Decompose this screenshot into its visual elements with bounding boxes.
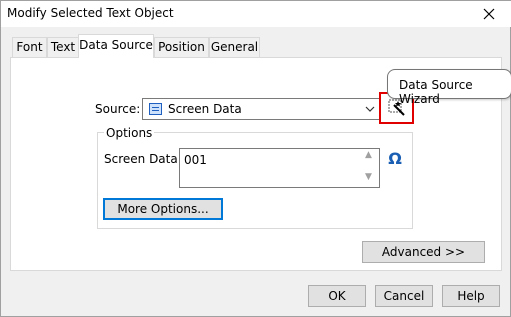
more-options-button[interactable]: More Options... — [103, 198, 223, 220]
scroll-down-icon[interactable]: ▼ — [365, 172, 372, 182]
cancel-button[interactable]: Cancel — [375, 285, 433, 307]
help-label: Help — [457, 289, 485, 303]
screen-data-value: 001 — [184, 153, 207, 167]
screen-data-field[interactable]: 001 ▲ ▼ — [179, 148, 380, 188]
ok-label: OK — [328, 289, 346, 303]
chevron-down-icon — [365, 106, 375, 112]
options-legend: Options — [104, 126, 155, 140]
close-icon — [483, 8, 495, 20]
advanced-label: Advanced >> — [381, 245, 466, 259]
screen-data-icon — [149, 103, 162, 115]
tab-text[interactable]: Text — [47, 37, 79, 57]
omega-icon: Ω — [388, 149, 402, 168]
memo-scrollbar[interactable]: ▲ ▼ — [362, 149, 379, 187]
tab-data-source[interactable]: Data Source — [78, 34, 154, 58]
ok-button[interactable]: OK — [308, 285, 366, 307]
dialog-title: Modify Selected Text Object — [7, 6, 174, 20]
source-value: Screen Data — [168, 102, 242, 116]
tab-position[interactable]: Position — [154, 37, 209, 57]
tab-text-label: Text — [50, 40, 76, 54]
tab-general[interactable]: General — [209, 37, 260, 57]
title-bar: Modify Selected Text Object — [1, 1, 511, 27]
wizard-tooltip-text: Data Source Wizard — [399, 78, 473, 106]
tab-position-label: Position — [158, 40, 205, 54]
cancel-label: Cancel — [383, 289, 425, 303]
more-options-label: More Options... — [117, 202, 209, 216]
tab-general-label: General — [210, 40, 259, 54]
tab-font[interactable]: Font — [12, 37, 47, 57]
help-button[interactable]: Help — [442, 285, 500, 307]
insert-symbol-button[interactable]: Ω — [385, 149, 405, 169]
screen-data-label: Screen Data: — [104, 152, 182, 166]
scroll-up-icon[interactable]: ▲ — [365, 150, 372, 160]
tab-data-source-label: Data Source — [79, 38, 153, 52]
advanced-button[interactable]: Advanced >> — [362, 241, 485, 263]
tab-font-label: Font — [16, 40, 43, 54]
source-label: Source: — [95, 102, 141, 116]
wizard-tooltip: Data Source Wizard — [387, 69, 511, 106]
modify-text-object-dialog: Modify Selected Text Object Font Text Da… — [0, 0, 511, 317]
close-button[interactable] — [466, 1, 511, 27]
source-dropdown[interactable]: Screen Data — [142, 98, 381, 120]
